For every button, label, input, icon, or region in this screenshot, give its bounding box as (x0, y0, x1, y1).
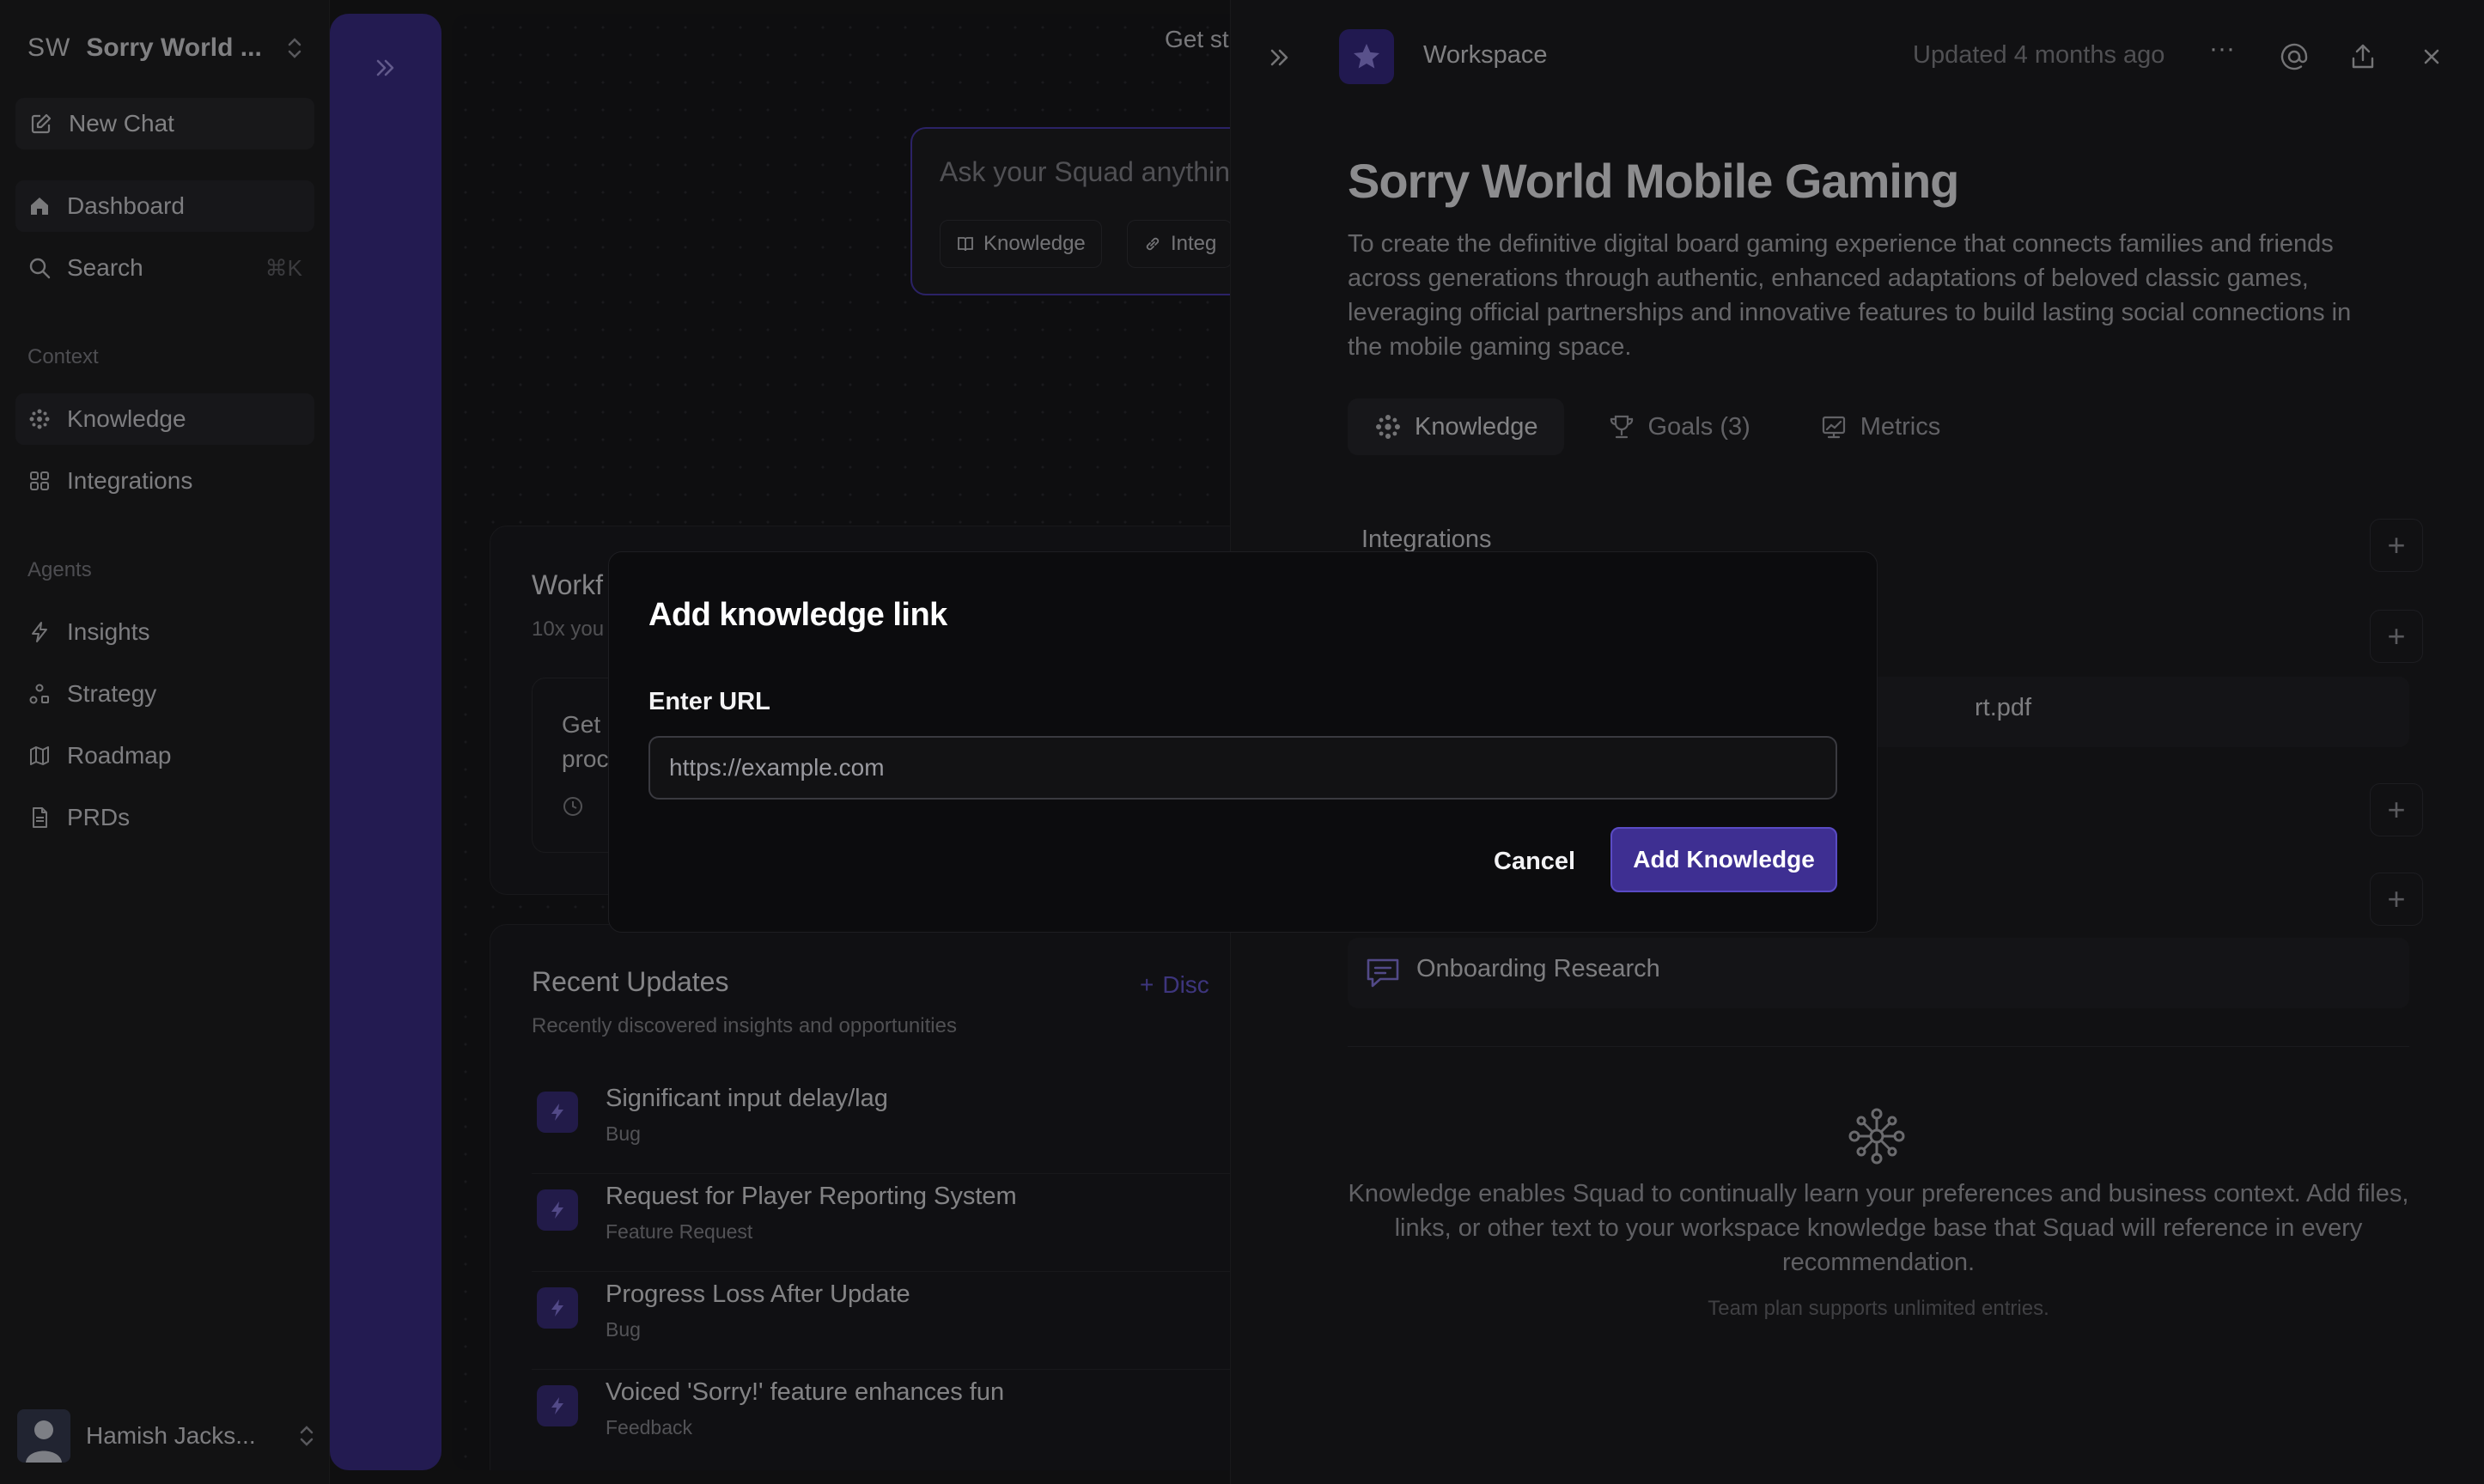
url-label: Enter URL (648, 688, 770, 715)
dialog-title: Add knowledge link (648, 597, 947, 633)
add-knowledge-button[interactable]: Add Knowledge (1610, 827, 1837, 892)
url-input[interactable] (648, 736, 1837, 800)
add-knowledge-link-dialog: Add knowledge link Enter URL Cancel Add … (608, 551, 1878, 933)
cancel-button[interactable]: Cancel (1473, 829, 1596, 894)
